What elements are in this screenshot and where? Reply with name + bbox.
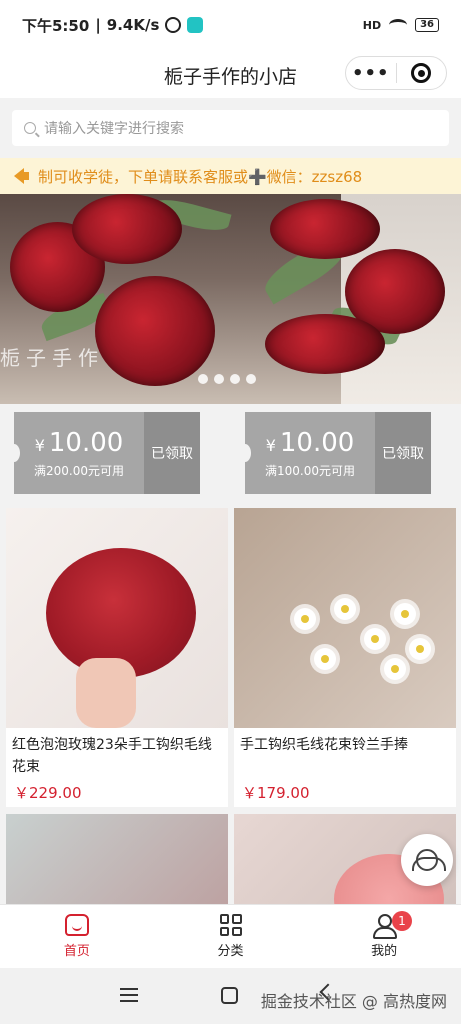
status-speed: 9.4K/s <box>106 16 160 34</box>
notice-bar[interactable]: 制可收学徒，下单请联系客服或➕微信：zzsz68 <box>0 158 461 194</box>
coupon-claimed-button[interactable]: 已领取 <box>375 412 431 494</box>
coupon-value: 10.00 <box>279 427 355 458</box>
app-page: 下午5:50 | 9.4K/s HD 36 栀子手作的小店 ••• 请输入关键字… <box>0 0 461 1024</box>
miniprogram-capsule: ••• <box>345 56 447 90</box>
coupon-amount: ¥10.00 <box>266 428 355 458</box>
flower-shape <box>409 638 431 660</box>
carousel-dot[interactable] <box>214 374 224 384</box>
coupon-condition: 满100.00元可用 <box>265 463 355 478</box>
alarm-icon <box>165 17 182 33</box>
product-price: ￥179.00 <box>242 784 310 802</box>
coupon-value: 10.00 <box>48 427 124 458</box>
home-icon <box>64 914 89 936</box>
status-left: 下午5:50 | 9.4K/s <box>22 15 204 36</box>
coupon-claimed-button[interactable]: 已领取 <box>144 412 200 494</box>
flower-shape <box>314 648 336 670</box>
category-grid-icon <box>219 914 242 936</box>
headset-icon <box>412 849 446 871</box>
status-divider: | <box>95 16 101 34</box>
product-grid: 红色泡泡玫瑰23朵手工钩织毛线花束 ￥229.00 手工钩织毛线花束铃兰手捧 ￥… <box>0 504 461 1024</box>
coupon-currency: ¥ <box>34 435 45 455</box>
battery-icon: 36 <box>415 18 439 32</box>
product-price: ￥229.00 <box>14 784 82 802</box>
flower-shape <box>394 603 416 625</box>
product-name: 手工钩织毛线花束铃兰手捧 <box>240 737 408 753</box>
coupon-main: ¥10.00 满100.00元可用 <box>239 412 375 494</box>
status-time: 下午5:50 <box>22 16 90 35</box>
flower-shape <box>294 608 316 630</box>
coupon-main: ¥10.00 满200.00元可用 <box>8 412 144 494</box>
tab-home-label: 首页 <box>63 944 90 959</box>
wifi-icon <box>389 19 408 31</box>
close-target-icon <box>411 63 432 83</box>
tab-home[interactable]: 首页 <box>0 905 154 968</box>
watermark-text: 掘金技术社区 @ 高热度网 <box>260 992 447 1011</box>
coupon-card[interactable]: ¥10.00 满200.00元可用 已领取 <box>8 412 230 494</box>
notice-text: 制可收学徒，下单请联系客服或➕微信：zzsz68 <box>38 167 363 186</box>
banner-rose <box>72 194 182 264</box>
banner-carousel[interactable]: 栀子手作 <box>0 194 461 404</box>
status-bar: 下午5:50 | 9.4K/s HD 36 <box>0 0 461 50</box>
banner-rose <box>270 199 380 259</box>
carousel-dot[interactable] <box>198 374 208 384</box>
tab-me-label: 我的 <box>371 944 398 959</box>
banner-rose <box>95 276 215 386</box>
product-image[interactable] <box>234 508 456 728</box>
recent-apps-icon[interactable] <box>120 988 138 1002</box>
speaker-icon <box>14 168 29 184</box>
coupon-card[interactable]: ¥10.00 满100.00元可用 已领取 <box>239 412 461 494</box>
tab-category[interactable]: 分类 <box>154 905 308 968</box>
banner-rose <box>265 314 385 374</box>
tab-me[interactable]: 我的 <box>307 905 461 968</box>
product-card[interactable]: 手工钩织毛线花束铃兰手捧 ￥179.00 <box>234 508 456 807</box>
app-notification-icon <box>187 17 204 33</box>
bottom-tab-bar: 首页 分类 我的 1 <box>0 904 461 968</box>
product-card[interactable]: 红色泡泡玫瑰23朵手工钩织毛线花束 ￥229.00 <box>6 508 228 807</box>
carousel-dot[interactable] <box>230 374 240 384</box>
tab-category-label: 分类 <box>217 944 244 959</box>
customer-service-button[interactable] <box>401 834 453 886</box>
coupon-currency: ¥ <box>265 435 276 455</box>
carousel-indicators <box>198 374 256 384</box>
coupon-amount: ¥10.00 <box>35 428 124 458</box>
flower-shape <box>364 628 386 650</box>
system-navigation-bar: 掘金技术社区 @ 高热度网 <box>0 968 461 1024</box>
search-icon <box>24 122 36 134</box>
close-miniprogram-button[interactable] <box>396 63 446 83</box>
notification-badge: 1 <box>392 911 412 931</box>
search-input[interactable]: 请输入关键字进行搜索 <box>12 110 449 146</box>
carousel-dot[interactable] <box>246 374 256 384</box>
title-bar: 栀子手作的小店 ••• <box>0 50 461 98</box>
signal-icon: HD <box>362 18 382 32</box>
product-name: 红色泡泡玫瑰23朵手工钩织毛线花束 <box>12 737 212 775</box>
search-placeholder: 请输入关键字进行搜索 <box>44 121 184 137</box>
flower-shape <box>334 598 356 620</box>
hand-shape <box>76 658 136 728</box>
product-image[interactable] <box>6 508 228 728</box>
more-menu-button[interactable]: ••• <box>346 63 396 84</box>
coupon-condition: 满200.00元可用 <box>34 463 124 478</box>
banner-watermark: 栀子手作 <box>0 346 104 370</box>
search-area: 请输入关键字进行搜索 <box>0 98 461 158</box>
flower-shape <box>384 658 406 680</box>
coupon-section: ¥10.00 满200.00元可用 已领取 ¥10.00 满100.00元可用 … <box>0 404 461 504</box>
status-right: HD 36 <box>363 18 439 32</box>
home-button-icon[interactable] <box>221 987 238 1004</box>
